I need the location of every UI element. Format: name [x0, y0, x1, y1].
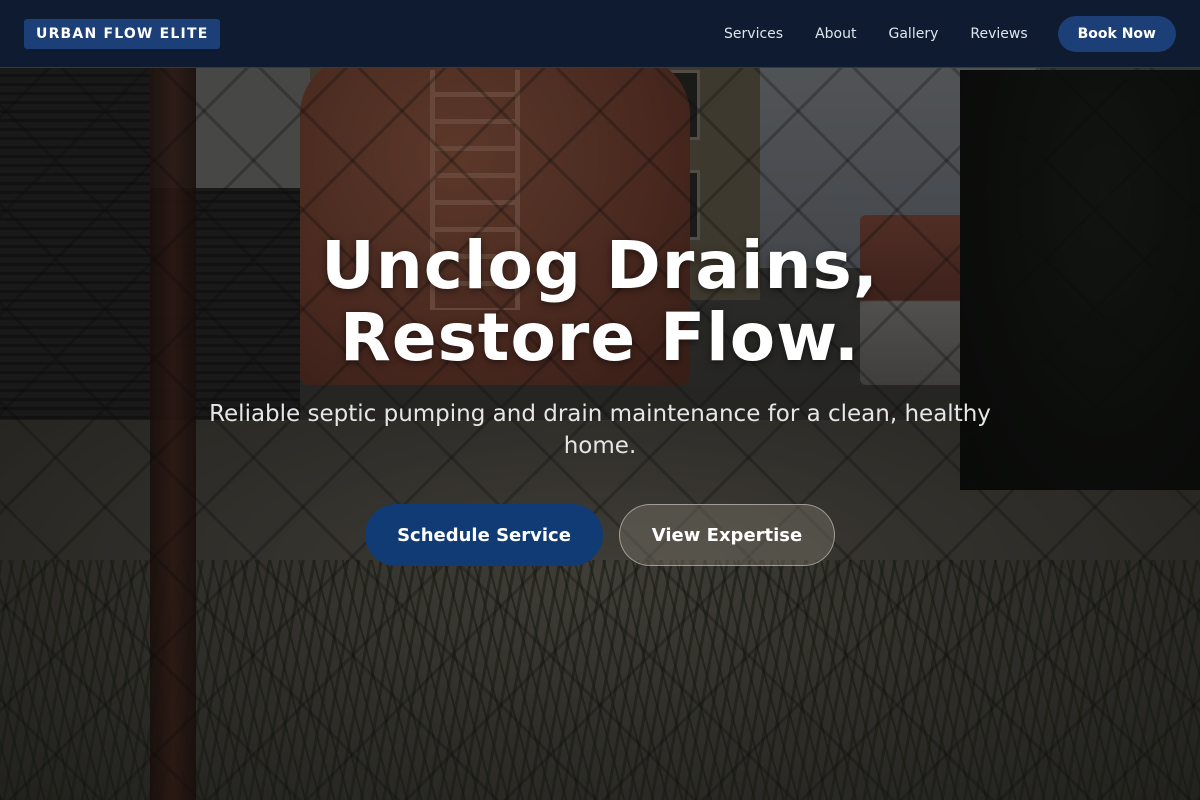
hero-headline: Unclog Drains, Restore Flow. — [0, 230, 1200, 374]
hero-subheading: Reliable septic pumping and drain mainte… — [209, 401, 991, 459]
main-nav: Services About Gallery Reviews — [724, 26, 1028, 42]
book-now-button[interactable]: Book Now — [1057, 15, 1176, 52]
view-expertise-button[interactable]: View Expertise — [619, 504, 835, 566]
nav-link-about[interactable]: About — [815, 26, 856, 42]
nav-link-services[interactable]: Services — [724, 26, 783, 42]
hero-headline-line-1: Unclog Drains, — [321, 227, 879, 304]
nav-link-gallery[interactable]: Gallery — [889, 26, 939, 42]
site-header: URBAN FLOW ELITE Services About Gallery … — [0, 0, 1200, 68]
schedule-service-button[interactable]: Schedule Service — [365, 504, 603, 566]
hero-headline-line-2: Restore Flow. — [340, 299, 860, 376]
hero-cta-group: Schedule Service View Expertise — [0, 504, 1200, 566]
hero-section: Unclog Drains, Restore Flow. Reliable se… — [0, 230, 1200, 566]
nav-link-reviews[interactable]: Reviews — [970, 26, 1027, 42]
brand-logo[interactable]: URBAN FLOW ELITE — [24, 18, 221, 49]
